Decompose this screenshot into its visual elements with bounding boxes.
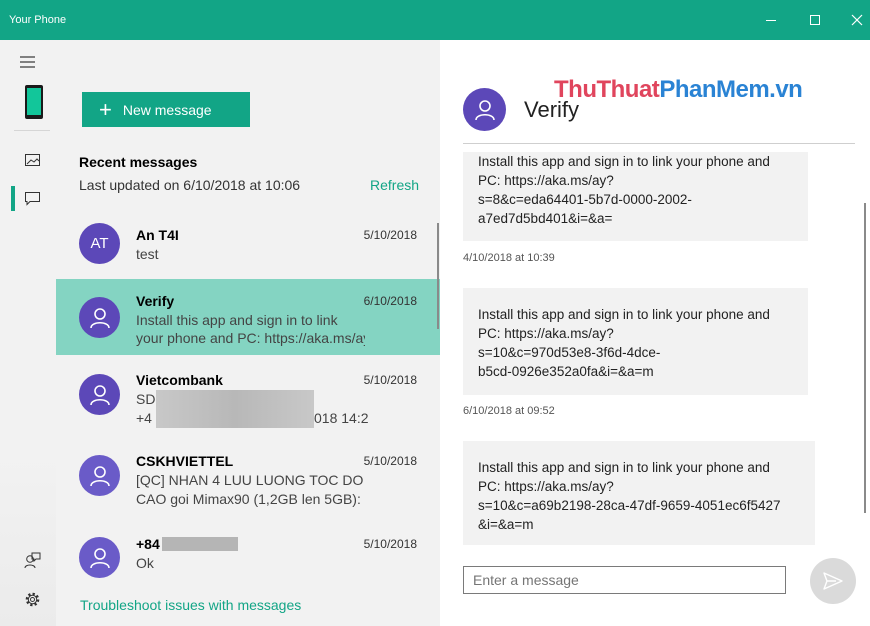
conversation-item[interactable]: AT An T4I 5/10/2018 test [56,210,440,286]
conversation-preview: Install this app and sign in to link [136,312,338,328]
thread-scrollbar[interactable] [864,203,866,513]
conversation-item[interactable]: CSKHVIETTEL 5/10/2018 [QC] NHAN 4 LUU LU… [56,441,440,517]
settings-icon [25,592,40,607]
person-icon [89,465,110,486]
hamburger-icon [20,56,35,68]
watermark: ThuThuatPhanMem.vn [554,76,803,103]
feedback-button[interactable] [24,552,41,574]
conversation-name: +84 [136,536,160,552]
message-timestamp: 4/10/2018 at 10:39 [463,252,555,264]
new-message-label: New message [122,101,212,118]
person-icon [89,547,110,568]
recent-messages-heading: Recent messages [79,154,198,170]
conversation-name: Vietcombank [136,372,223,388]
send-button[interactable] [810,558,856,604]
conversation-list-pane: + New message Recent messages Last updat… [56,40,440,626]
photos-icon [25,154,40,166]
phone-icon [25,85,43,119]
message-bubble: Install this app and sign in to link you… [463,288,808,395]
send-icon [823,572,843,590]
conversation-date: 5/10/2018 [363,454,417,468]
maximize-button[interactable] [792,0,838,40]
avatar: AT [79,223,120,264]
conversation-name: CSKHVIETTEL [136,453,234,469]
avatar [79,455,120,496]
person-icon [89,307,110,328]
message-input[interactable] [463,566,786,594]
redacted-text [156,390,314,428]
conversation-item-selected[interactable]: Verify 6/10/2018 Install this app and si… [56,279,440,355]
conversation-date: 5/10/2018 [363,537,417,551]
conversation-preview: [QC] NHAN 4 LUU LUONG TOC DO [136,472,364,488]
person-icon [474,99,495,120]
conversation-preview: Ok [136,555,154,571]
header-divider [463,143,855,144]
photos-button[interactable] [25,154,40,172]
avatar [79,374,120,415]
conversation-date: 5/10/2018 [363,228,417,242]
nav-rail [0,40,56,626]
new-message-button[interactable]: + New message [82,92,250,127]
conversation-preview: your phone and PC: https://aka.ms/ay [136,330,365,346]
conversation-preview: test [136,246,159,262]
conversation-item[interactable]: +84 5/10/2018 Ok [56,523,440,599]
troubleshoot-link[interactable]: Troubleshoot issues with messages [80,597,301,613]
conversation-preview: 018 14:2 [314,410,369,426]
redacted-text [162,537,238,551]
conversation-pane: Verify ThuThuatPhanMem.vn Install this a… [440,40,870,626]
title-bar: Your Phone [0,0,870,40]
conversation-name: An T4I [136,227,179,243]
maximize-icon [810,15,820,25]
window-title: Your Phone [9,14,67,26]
rail-divider [14,130,50,131]
conversation-date: 6/10/2018 [363,294,417,308]
messages-button[interactable] [25,192,40,211]
contact-avatar [463,88,506,131]
conversation-name: Verify [136,293,175,309]
close-icon [851,14,863,26]
plus-icon: + [99,96,112,122]
conversation-date: 5/10/2018 [363,373,417,387]
conversation-item[interactable]: Vietcombank 5/10/2018 SD +4 018 14:2 [56,360,440,436]
message-timestamp: 6/10/2018 at 09:52 [463,405,555,417]
message-bubble: Install this app and sign in to link you… [463,152,808,241]
settings-button[interactable] [24,591,41,613]
messages-icon [25,192,40,206]
list-scrollbar[interactable] [437,223,439,329]
menu-button[interactable] [20,55,36,74]
feedback-icon [24,552,41,569]
active-indicator [11,186,15,211]
refresh-link[interactable]: Refresh [370,177,419,193]
minimize-button[interactable] [748,0,794,40]
last-updated-text: Last updated on 6/10/2018 at 10:06 [79,177,301,193]
message-bubble: Install this app and sign in to link you… [463,441,815,545]
avatar [79,537,120,578]
conversation-preview: CAO goi Mimax90 (1,2GB len 5GB): 9 [136,491,365,507]
close-button[interactable] [834,0,870,40]
minimize-icon [766,20,776,21]
phone-button[interactable] [24,84,44,125]
avatar [79,297,120,338]
person-icon [89,384,110,405]
